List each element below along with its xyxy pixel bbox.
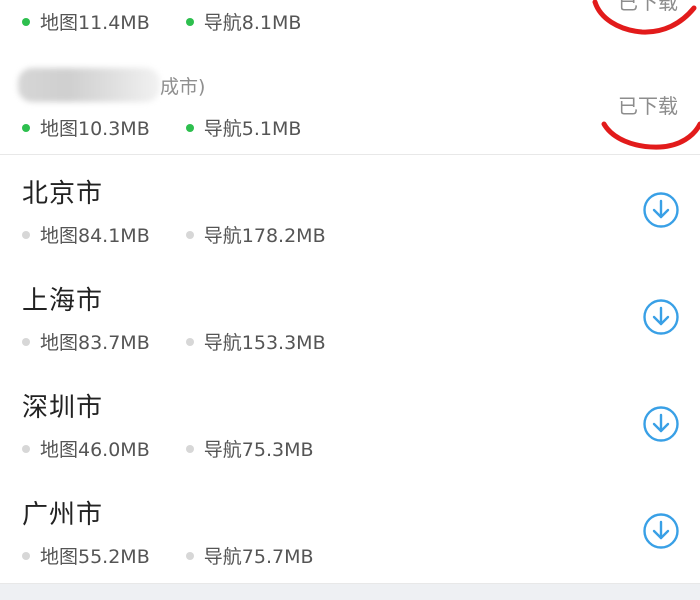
- map-size-label: 地图11.4MB: [40, 12, 150, 34]
- map-size-label: 地图46.0MB: [40, 439, 150, 461]
- status-dot-green-icon: [185, 17, 194, 26]
- region-meta: 地图55.2MB 导航75.7MB: [22, 542, 344, 569]
- nav-size-label: 导航75.7MB: [203, 546, 314, 568]
- map-size: 地图83.7MB: [22, 328, 150, 355]
- status-dot-green-icon: [185, 123, 194, 132]
- nav-size: 导航153.3MB: [185, 328, 326, 355]
- nav-size-label: 导航5.1MB: [203, 118, 302, 140]
- nav-size: 导航75.3MB: [185, 435, 314, 462]
- region-name: 深圳市: [22, 393, 104, 423]
- region-name: 上海市: [22, 286, 104, 316]
- map-size: 地图10.3MB: [22, 114, 150, 141]
- map-size: 地图46.0MB: [22, 435, 150, 462]
- downloaded-status: 已下载: [618, 94, 678, 118]
- download-circle-icon[interactable]: [642, 512, 680, 550]
- status-dot-gray-icon: [185, 444, 194, 453]
- region-name-fragment: 成市): [160, 76, 206, 98]
- status-dot-gray-icon: [22, 444, 30, 453]
- nav-size-label: 导航178.2MB: [203, 225, 326, 247]
- offline-map-screen: 地图11.4MB 导航8.1MB 已下载 成市) 地图10.3MB 导航5.1M…: [0, 0, 700, 600]
- region-row-guangzhou[interactable]: 广州市 地图55.2MB 导航75.7MB: [0, 476, 700, 584]
- nav-size-label: 导航75.3MB: [203, 439, 314, 461]
- status-dot-gray-icon: [22, 551, 30, 560]
- footer-left-text-fragment: [22, 592, 122, 600]
- region-name: 广州市: [22, 500, 104, 530]
- nav-size-label: 导航8.1MB: [203, 12, 302, 34]
- region-row-beijing[interactable]: 北京市 地图84.1MB 导航178.2MB: [0, 155, 700, 263]
- nav-size: 导航8.1MB: [185, 8, 302, 35]
- region-meta: 地图46.0MB 导航75.3MB: [22, 435, 344, 462]
- map-size-label: 地图83.7MB: [40, 332, 150, 354]
- nav-size-label: 导航153.3MB: [203, 332, 326, 354]
- status-dot-gray-icon: [22, 230, 30, 239]
- region-meta: 地图83.7MB 导航153.3MB: [22, 328, 356, 355]
- status-dot-gray-icon: [185, 337, 194, 346]
- status-dot-gray-icon: [22, 337, 30, 346]
- region-row-shanghai[interactable]: 上海市 地图83.7MB 导航153.3MB: [0, 262, 700, 370]
- map-size-label: 地图84.1MB: [40, 225, 150, 247]
- status-dot-gray-icon: [185, 551, 194, 560]
- region-row-downloaded-2[interactable]: 成市) 地图10.3MB 导航5.1MB 已下载: [0, 48, 700, 155]
- map-size: 地图11.4MB: [22, 8, 150, 35]
- downloaded-status: 已下载: [618, 0, 678, 14]
- map-size-label: 地图10.3MB: [40, 118, 150, 140]
- region-meta: 地图11.4MB 导航8.1MB: [22, 8, 331, 35]
- status-dot-green-icon: [22, 17, 30, 26]
- list-footer-strip: [0, 584, 700, 600]
- region-meta: 地图84.1MB 导航178.2MB: [22, 221, 356, 248]
- footer-right-link-fragment[interactable]: [602, 592, 682, 600]
- nav-size: 导航178.2MB: [185, 221, 326, 248]
- download-circle-icon[interactable]: [642, 405, 680, 443]
- blurred-region-name: [18, 68, 160, 102]
- map-size: 地图84.1MB: [22, 221, 150, 248]
- map-size: 地图55.2MB: [22, 542, 150, 569]
- status-dot-gray-icon: [185, 230, 194, 239]
- region-row-shenzhen[interactable]: 深圳市 地图46.0MB 导航75.3MB: [0, 369, 700, 477]
- nav-size: 导航5.1MB: [185, 114, 302, 141]
- download-circle-icon[interactable]: [642, 298, 680, 336]
- status-dot-green-icon: [22, 123, 30, 132]
- region-row-downloaded-1[interactable]: 地图11.4MB 导航8.1MB 已下载: [0, 0, 700, 49]
- region-meta: 地图10.3MB 导航5.1MB: [22, 114, 331, 141]
- region-name: 北京市: [22, 179, 104, 209]
- map-size-label: 地图55.2MB: [40, 546, 150, 568]
- download-circle-icon[interactable]: [642, 191, 680, 229]
- nav-size: 导航75.7MB: [185, 542, 314, 569]
